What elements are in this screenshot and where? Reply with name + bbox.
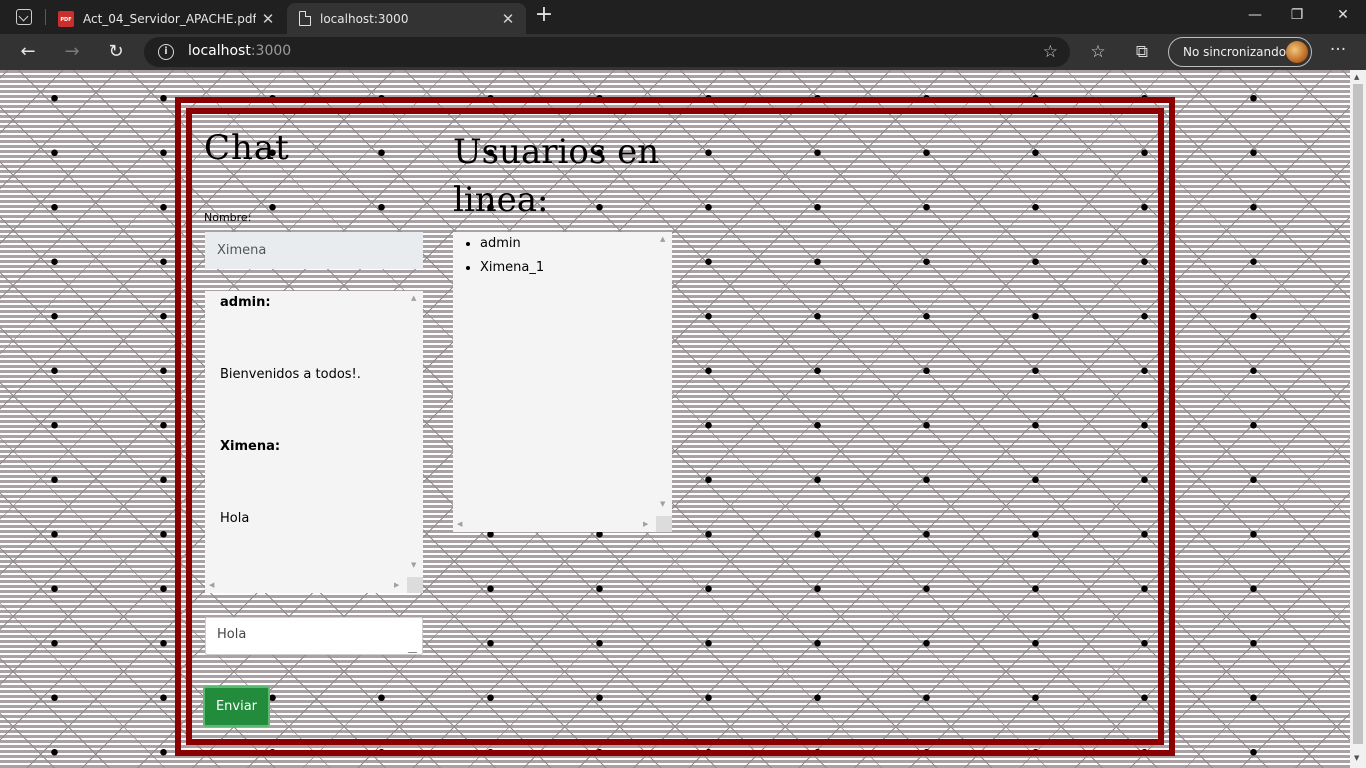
site-info-icon[interactable]: i xyxy=(158,44,174,60)
pdf-icon: PDF xyxy=(58,10,74,27)
chat-horizontal-scrollbar[interactable]: ◀ ▶ xyxy=(205,577,407,593)
scroll-left-icon[interactable]: ◀ xyxy=(457,520,462,528)
forward-button[interactable]: → xyxy=(58,38,86,66)
tab-localhost[interactable]: localhost:3000 ✕ xyxy=(287,3,526,34)
scroll-down-icon[interactable]: ▼ xyxy=(660,500,665,508)
favorites-icon[interactable]: ☆ xyxy=(1086,42,1110,62)
browser-toolbar: ← → ↻ i localhost:3000 ☆ ☆ ⧉ No sincroni… xyxy=(0,34,1366,70)
chat-messages[interactable]: admin: Bienvenidos a todos!. Ximena: Hol… xyxy=(205,291,423,593)
url-port: :3000 xyxy=(250,43,292,59)
url-host: localhost xyxy=(188,43,251,59)
message-input[interactable]: Hola xyxy=(205,617,423,655)
tab-close-icon[interactable]: ✕ xyxy=(496,10,520,28)
avatar xyxy=(1286,41,1308,63)
users-vertical-scrollbar[interactable]: ▲ ▼ xyxy=(656,232,672,516)
name-input[interactable] xyxy=(205,232,423,269)
back-button[interactable]: ← xyxy=(14,38,42,66)
page-vertical-scrollbar[interactable]: ▲ ▼ xyxy=(1350,70,1366,768)
list-item: Ximena_1 xyxy=(480,260,544,284)
scroll-down-icon[interactable]: ▼ xyxy=(1354,754,1359,762)
scroll-right-icon[interactable]: ▶ xyxy=(643,520,648,528)
window-menu-icon[interactable] xyxy=(16,9,32,25)
scrollbar-corner xyxy=(656,516,672,532)
document-icon xyxy=(299,11,311,26)
scroll-right-icon[interactable]: ▶ xyxy=(394,581,399,589)
scroll-up-icon[interactable]: ▲ xyxy=(1354,73,1359,81)
online-users-list[interactable]: admin Ximena_1 ▲ ▼ ◀ ▶ xyxy=(453,232,672,532)
tab-pdf[interactable]: PDF Act_04_Servidor_APACHE.pdf ✕ xyxy=(48,3,286,34)
new-tab-button[interactable]: + xyxy=(533,3,555,29)
reload-button[interactable]: ↻ xyxy=(102,38,130,66)
send-button[interactable]: Enviar xyxy=(203,686,270,727)
restore-button[interactable]: ❐ xyxy=(1274,0,1320,30)
page-viewport: Chat Usuarios en linea: Nombre: admin: B… xyxy=(0,70,1350,768)
tab-title: localhost:3000 xyxy=(320,11,409,26)
message-user: Ximena: xyxy=(220,439,281,454)
tab-close-icon[interactable]: ✕ xyxy=(256,10,280,28)
profile-sync-button[interactable]: No sincronizando xyxy=(1168,37,1312,67)
message-text: Bienvenidos a todos!. xyxy=(220,367,361,382)
list-item: admin xyxy=(480,236,544,260)
scroll-up-icon[interactable]: ▲ xyxy=(411,294,416,302)
address-bar[interactable]: i localhost:3000 ☆ xyxy=(144,37,1070,67)
tab-title: Act_04_Servidor_APACHE.pdf xyxy=(83,11,256,26)
chat-heading: Chat xyxy=(204,128,290,168)
scroll-left-icon[interactable]: ◀ xyxy=(209,581,214,589)
users-online-heading: Usuarios en linea: xyxy=(453,132,660,220)
scrollbar-thumb[interactable] xyxy=(1353,84,1363,744)
tab-strip: PDF Act_04_Servidor_APACHE.pdf ✕ localho… xyxy=(0,0,1366,34)
close-window-button[interactable]: ✕ xyxy=(1320,0,1366,30)
add-favorite-icon[interactable]: ☆ xyxy=(1043,42,1058,62)
chat-vertical-scrollbar[interactable]: ▲ ▼ xyxy=(407,291,423,577)
tab-separator xyxy=(45,9,46,25)
scroll-up-icon[interactable]: ▲ xyxy=(660,235,665,243)
url-text[interactable]: localhost:3000 xyxy=(188,43,291,59)
minimize-button[interactable]: — xyxy=(1232,0,1278,30)
scroll-down-icon[interactable]: ▼ xyxy=(411,561,416,569)
scrollbar-corner xyxy=(407,577,423,593)
message-user: admin: xyxy=(220,295,271,310)
sync-label: No sincronizando xyxy=(1183,45,1287,59)
users-list: admin Ximena_1 xyxy=(480,236,544,284)
collections-icon[interactable]: ⧉ xyxy=(1130,42,1154,62)
name-label: Nombre: xyxy=(204,211,252,224)
users-horizontal-scrollbar[interactable]: ◀ ▶ xyxy=(453,516,656,532)
more-icon[interactable]: ··· xyxy=(1326,40,1350,60)
message-text: Hola xyxy=(220,511,250,526)
